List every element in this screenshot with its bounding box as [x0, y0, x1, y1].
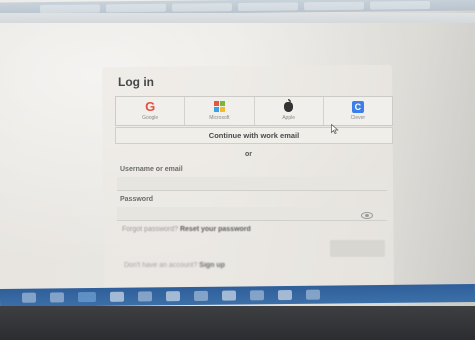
clever-login-button[interactable]: C Clever [324, 97, 392, 125]
google-login-button[interactable]: G Google [116, 97, 186, 125]
password-label: Password [120, 196, 154, 203]
photo-background: Log in G Google Microsoft Apple C Clever… [0, 0, 475, 340]
signup-row: Don't have an account? Sign up [124, 262, 225, 269]
browser-tab[interactable] [304, 1, 364, 10]
show-password-icon[interactable] [361, 212, 373, 219]
microsoft-login-button[interactable]: Microsoft [185, 97, 255, 125]
browser-tab[interactable] [238, 1, 298, 11]
browser-icon[interactable] [77, 291, 97, 303]
username-input[interactable] [117, 177, 387, 191]
apple-icon [284, 98, 294, 112]
start-icon[interactable] [21, 292, 37, 303]
mail-icon[interactable] [109, 291, 125, 302]
app-icon[interactable] [277, 289, 293, 301]
explorer-icon[interactable] [49, 292, 65, 303]
apple-login-button[interactable]: Apple [255, 97, 324, 125]
microsoft-icon [213, 101, 225, 112]
browser-toolbar [0, 13, 475, 23]
login-title: Log in [118, 75, 154, 89]
laptop-bezel [0, 306, 475, 340]
settings-icon[interactable] [193, 290, 209, 301]
signup-link[interactable]: Sign up [199, 262, 225, 269]
chrome-icon[interactable] [137, 291, 153, 302]
browser-tab[interactable] [172, 2, 232, 12]
provider-label: Clever [350, 115, 366, 121]
browser-tab[interactable] [370, 0, 430, 10]
taskbar [0, 284, 475, 307]
word-icon[interactable] [249, 290, 265, 301]
provider-label: Google [142, 115, 159, 121]
or-divider: or [245, 151, 252, 158]
login-submit-button[interactable] [330, 240, 385, 257]
files-icon[interactable] [165, 291, 181, 302]
clever-icon: C [351, 100, 364, 113]
provider-label: Apple [282, 115, 296, 121]
forgot-password-row: Forgot password? Reset your password [122, 226, 251, 233]
store-icon[interactable] [221, 290, 237, 301]
mouse-cursor-icon [331, 124, 339, 134]
browser-tab[interactable] [40, 3, 100, 13]
password-input[interactable] [117, 207, 387, 221]
reset-password-link[interactable]: Reset your password [180, 226, 251, 233]
forgot-password-text: Forgot password? [122, 226, 179, 233]
username-label: Username or email [120, 166, 183, 173]
work-email-button[interactable]: Continue with work email [115, 127, 393, 144]
provider-label: Microsoft [209, 115, 230, 121]
sso-provider-row: G Google Microsoft Apple C Clever [115, 96, 393, 126]
browser-tab[interactable] [106, 3, 166, 12]
signup-text: Don't have an account? [124, 262, 198, 269]
google-icon: G [145, 99, 156, 114]
network-icon[interactable] [305, 289, 321, 300]
